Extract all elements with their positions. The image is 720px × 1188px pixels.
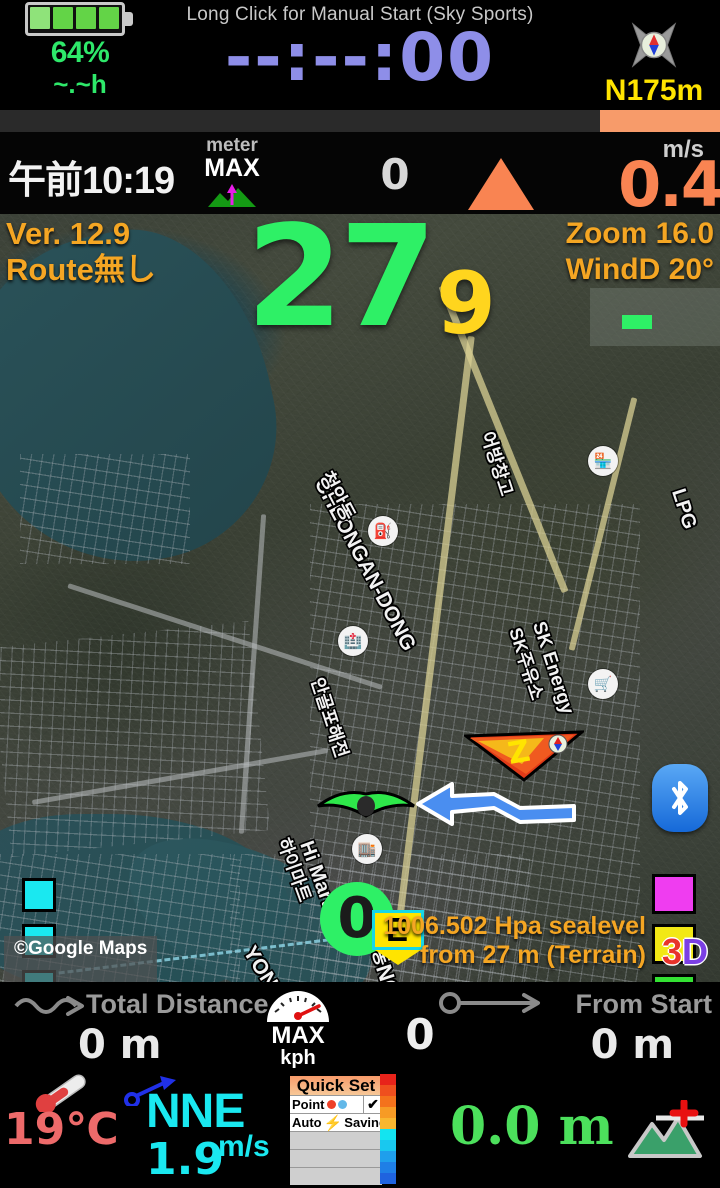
quick-set-color-swatch[interactable] bbox=[380, 1107, 396, 1118]
from-start-value: 0 m bbox=[590, 1022, 674, 1068]
timer-value: --:--:00 bbox=[224, 19, 496, 96]
max-altitude-block[interactable]: meter MAX bbox=[192, 136, 272, 213]
clock: 午前10:19 bbox=[8, 160, 175, 202]
bottom-bar: 19℃ NNE 1.9 m/s Quick Set Point ✔ Auto ⚡… bbox=[0, 1068, 720, 1188]
quick-set-color-swatch[interactable] bbox=[380, 1129, 396, 1140]
pressure-line-2: from 27 m (Terrain) bbox=[420, 941, 646, 969]
3d-label-d: D bbox=[682, 931, 708, 972]
bead-blue-icon bbox=[337, 1100, 347, 1109]
urban-block bbox=[20, 454, 190, 564]
distance-bar: Total Distance 0 m MAX kph 0 From Start … bbox=[0, 982, 720, 1069]
add-waypoint-icon[interactable] bbox=[622, 1100, 706, 1160]
3d-toggle-button[interactable]: 3D bbox=[662, 934, 708, 970]
altitude-scale-bar bbox=[590, 288, 720, 346]
quick-set-color-swatch[interactable] bbox=[380, 1140, 396, 1151]
quick-set-color-swatch[interactable] bbox=[380, 1118, 396, 1129]
wind-speed-value: 1.9 bbox=[146, 1134, 224, 1185]
mountain-arrow-icon bbox=[208, 184, 256, 207]
poi-marker[interactable]: 🏬 bbox=[352, 834, 382, 864]
route-text: Route無し bbox=[6, 252, 156, 287]
max-speed-block[interactable]: MAX kph bbox=[258, 986, 338, 1069]
quick-set-row-autosaving[interactable]: Auto ⚡ Saving ✔ bbox=[290, 1113, 400, 1132]
poi-marker[interactable]: 🏪 bbox=[588, 446, 618, 476]
bluetooth-button[interactable] bbox=[652, 764, 708, 832]
wind-direction-text: WindD 20° bbox=[565, 253, 714, 286]
info-bar: 午前10:19 meter MAX 0 m/s 0.4 bbox=[0, 132, 720, 221]
legend-swatch-green[interactable] bbox=[652, 974, 696, 982]
altitude-scale-indicator bbox=[622, 315, 652, 329]
poi-marker[interactable]: 🛒 bbox=[588, 669, 618, 699]
quick-set-color-strip[interactable] bbox=[380, 1074, 396, 1184]
quick-set-color-swatch[interactable] bbox=[380, 1173, 396, 1184]
quick-set-color-swatch[interactable] bbox=[380, 1085, 396, 1096]
compass-block[interactable]: N175m bbox=[594, 18, 714, 107]
version-text: Ver. 12.9 bbox=[6, 216, 131, 251]
quick-set-row-empty[interactable] bbox=[290, 1149, 382, 1167]
pressure-overlay: 1006.502 Hpa sealevel from 27 m (Terrain… bbox=[383, 912, 646, 970]
from-start-icon bbox=[439, 992, 540, 1014]
total-distance-value: 0 m bbox=[78, 1022, 162, 1068]
battery-icon bbox=[25, 2, 135, 36]
3d-label-3: 3 bbox=[661, 931, 682, 972]
waypoint-square[interactable] bbox=[22, 878, 56, 912]
quick-set-panel[interactable]: Quick Set Point ✔ Auto ⚡ Saving ✔ bbox=[288, 1074, 400, 1187]
compass-label: N175m bbox=[604, 74, 704, 107]
glide-value: 0.0 m bbox=[450, 1096, 614, 1157]
quick-set-row-empty[interactable] bbox=[290, 1167, 382, 1185]
quick-set-point-label: Point bbox=[292, 1097, 325, 1112]
altitude-main-value: 27 bbox=[246, 214, 437, 359]
own-glider-marker[interactable]: Z bbox=[464, 730, 584, 782]
quick-set-row-point[interactable]: Point ✔ bbox=[290, 1095, 382, 1113]
lightning-icon: ⚡ bbox=[323, 1114, 343, 1132]
from-start-label: From Start bbox=[575, 989, 712, 1019]
max-word-label: MAX bbox=[204, 154, 260, 182]
other-glider-marker[interactable] bbox=[316, 786, 416, 822]
total-distance-label: Total Distance bbox=[86, 989, 269, 1019]
battery-percent: 64% bbox=[50, 36, 110, 69]
poi-marker[interactable]: 🏥 bbox=[338, 626, 368, 656]
quick-set-auto-label: Auto bbox=[292, 1115, 322, 1130]
status-strip: 64% ~.~h Long Click for Manual Start (Sk… bbox=[0, 0, 720, 132]
speedometer-icon bbox=[267, 991, 329, 1022]
map-attribution: ©Google Maps bbox=[4, 936, 158, 982]
wind-speed-unit: m/s bbox=[218, 1130, 270, 1163]
compass-icon bbox=[631, 22, 677, 68]
progress-segment-fill bbox=[600, 110, 720, 132]
battery-hours: ~.~h bbox=[53, 69, 107, 99]
legend-swatch-magenta[interactable] bbox=[652, 874, 696, 914]
map-view[interactable]: ⛽ 🏪 🏥 🏬 🏪 🛒 CHEONGAN-DONG청안동SK EnergySK주… bbox=[0, 214, 720, 982]
quick-set-row-empty[interactable] bbox=[290, 1131, 382, 1149]
progress-segment bbox=[0, 110, 720, 132]
vario-up-triangle-icon bbox=[468, 158, 534, 210]
speed-unit-label: kph bbox=[280, 1047, 316, 1069]
battery-block[interactable]: 64% ~.~h bbox=[10, 2, 150, 98]
quick-set-color-swatch[interactable] bbox=[380, 1151, 396, 1162]
pressure-line-1: 1006.502 Hpa sealevel bbox=[383, 912, 646, 940]
urban-block bbox=[0, 620, 271, 858]
app-root: 64% ~.~h Long Click for Manual Start (Sk… bbox=[0, 0, 720, 1188]
bluetooth-icon bbox=[672, 781, 688, 815]
temperature-value: 19℃ bbox=[4, 1104, 119, 1155]
max-speed-label: MAX bbox=[271, 1022, 325, 1049]
vario-block[interactable]: m/s 0.4 bbox=[456, 136, 720, 221]
flight-timer[interactable]: Long Click for Manual Start (Sky Sports)… bbox=[170, 4, 550, 96]
quick-set-color-swatch[interactable] bbox=[380, 1096, 396, 1107]
version-overlay: Ver. 12.9 Route無し bbox=[6, 216, 156, 288]
max-unit-label: meter bbox=[206, 135, 258, 156]
zero-marker-label: 0 bbox=[337, 886, 377, 951]
quick-set-title: Quick Set bbox=[290, 1076, 382, 1095]
vario-value: 0.4 bbox=[618, 148, 720, 221]
zoom-overlay: Zoom 16.0 WindD 20° bbox=[566, 216, 714, 288]
altitude-decimal-value: 9 bbox=[436, 254, 496, 354]
max-speed-value: 0 bbox=[405, 1010, 435, 1059]
zoom-text: Zoom 16.0 bbox=[565, 217, 714, 250]
bead-red-icon bbox=[326, 1100, 336, 1109]
max-altitude-value: 0 bbox=[380, 150, 410, 199]
quick-set-color-swatch[interactable] bbox=[380, 1162, 396, 1173]
wind-arrow-marker bbox=[416, 782, 576, 826]
poi-marker[interactable]: ⛽ bbox=[368, 516, 398, 546]
quick-set-color-swatch[interactable] bbox=[380, 1074, 396, 1085]
